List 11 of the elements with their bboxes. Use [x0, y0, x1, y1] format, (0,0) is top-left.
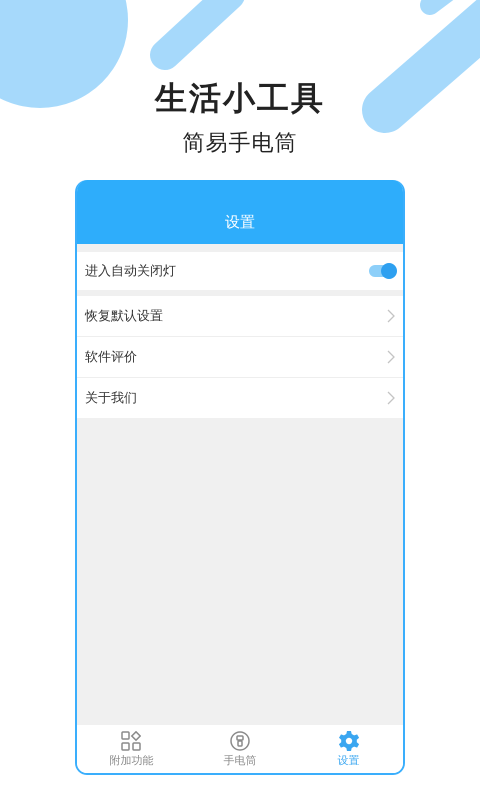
subtitle: 简易手电筒: [182, 130, 298, 158]
headline: 生活小工具: [155, 78, 325, 118]
chevron-icon: [387, 391, 395, 405]
flashlight-icon: [230, 730, 250, 750]
grid-icon: [121, 730, 142, 750]
row-label: 进入自动关闭灯: [85, 263, 176, 280]
gear-icon: [338, 730, 359, 750]
toggle-switch[interactable]: [369, 265, 395, 277]
chevron-icon: [387, 350, 395, 364]
chevron-icon: [387, 309, 395, 323]
screen-title: 设置: [225, 213, 255, 232]
